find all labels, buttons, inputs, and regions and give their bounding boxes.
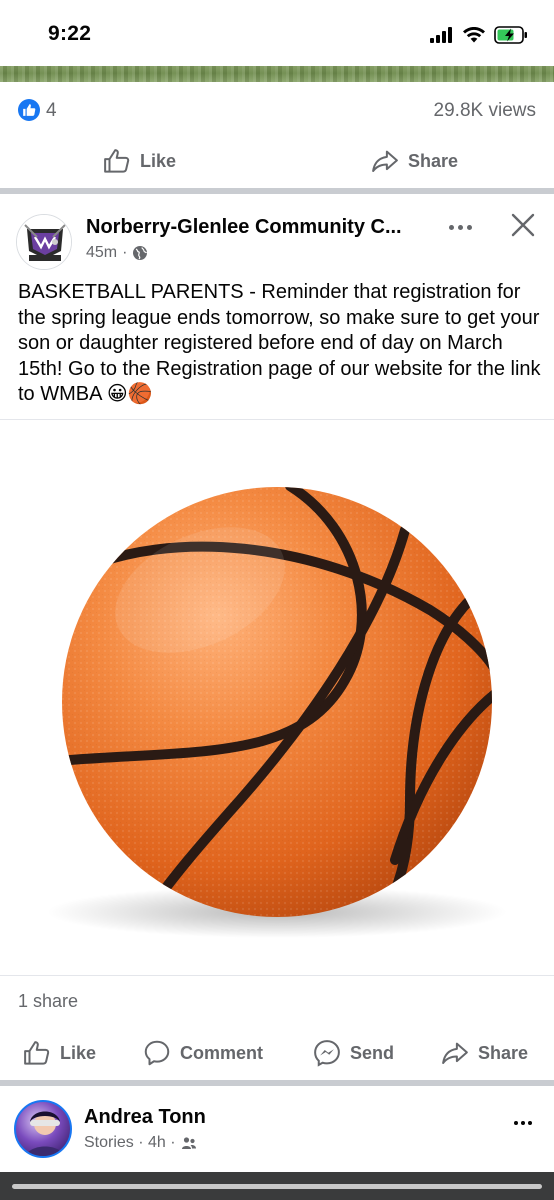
friends-icon <box>181 1137 196 1149</box>
more-icon <box>514 1121 518 1125</box>
page-avatar[interactable] <box>16 214 72 270</box>
views-count: 29.8K views <box>433 100 536 121</box>
knights-logo <box>17 215 71 269</box>
story-author-name[interactable]: Andrea Tonn <box>84 1106 206 1129</box>
profile-photo <box>25 1111 65 1156</box>
post-actions: Like Comment Send Share <box>0 1038 554 1068</box>
share-icon <box>442 1042 468 1064</box>
feed-divider <box>0 188 554 194</box>
like-button[interactable]: Like <box>102 146 176 176</box>
messenger-icon <box>314 1040 340 1067</box>
share-button[interactable]: Share <box>440 1038 528 1068</box>
story-meta-text: Stories · 4h · <box>84 1134 176 1151</box>
like-icon <box>104 149 130 173</box>
like-label: Like <box>60 1042 97 1063</box>
like-reaction-icon <box>18 99 40 121</box>
status-time: 9:22 <box>48 22 92 45</box>
previous-post-actions: Like Share <box>0 146 554 176</box>
post-meta: 45m · <box>86 244 148 262</box>
story-meta: Stories · 4h · <box>84 1134 197 1152</box>
share-count[interactable]: 1 share <box>18 991 78 1012</box>
basketball-image <box>47 487 507 938</box>
comment-icon <box>144 1040 170 1066</box>
send-label: Send <box>350 1042 395 1063</box>
like-button[interactable]: Like <box>22 1038 96 1068</box>
story-avatar[interactable] <box>14 1100 72 1158</box>
previous-post-image-edge <box>0 66 554 82</box>
like-label: Like <box>140 150 177 171</box>
post-time[interactable]: 45m <box>86 244 117 262</box>
share-label: Share <box>478 1042 529 1063</box>
post-text: BASKETBALL PARENTS - Reminder that regis… <box>18 281 541 405</box>
more-icon <box>448 224 454 230</box>
status-icons <box>430 24 528 46</box>
story-options-button[interactable] <box>514 1118 538 1128</box>
previous-post-reactions[interactable]: 4 29.8K views <box>0 94 554 128</box>
like-icon <box>24 1041 50 1065</box>
signal-icon <box>430 27 452 43</box>
battery-charging-icon <box>494 26 527 44</box>
post-options-button[interactable] <box>446 218 474 236</box>
feed-divider <box>0 1080 554 1086</box>
wifi-icon <box>463 27 485 43</box>
image-footer-divider <box>0 975 554 976</box>
story-item[interactable]: Andrea Tonn Stories · 4h · <box>0 1088 554 1168</box>
post-header: Norberry-Glenlee Community C... 45m · <box>0 198 554 274</box>
comment-button[interactable]: Comment <box>142 1038 263 1068</box>
share-button[interactable]: Share <box>370 146 458 176</box>
share-icon <box>372 150 398 172</box>
share-label: Share <box>408 150 459 171</box>
send-button[interactable]: Send <box>312 1038 394 1068</box>
globe-icon <box>133 246 148 260</box>
status-bar: 9:22 <box>0 0 554 66</box>
meta-separator: · <box>122 244 128 261</box>
home-indicator[interactable] <box>12 1184 542 1189</box>
page-name[interactable]: Norberry-Glenlee Community C... <box>86 216 431 239</box>
comment-label: Comment <box>180 1042 264 1063</box>
post-image[interactable] <box>0 420 554 975</box>
reaction-count: 4 <box>46 100 57 121</box>
close-icon[interactable] <box>508 210 538 240</box>
